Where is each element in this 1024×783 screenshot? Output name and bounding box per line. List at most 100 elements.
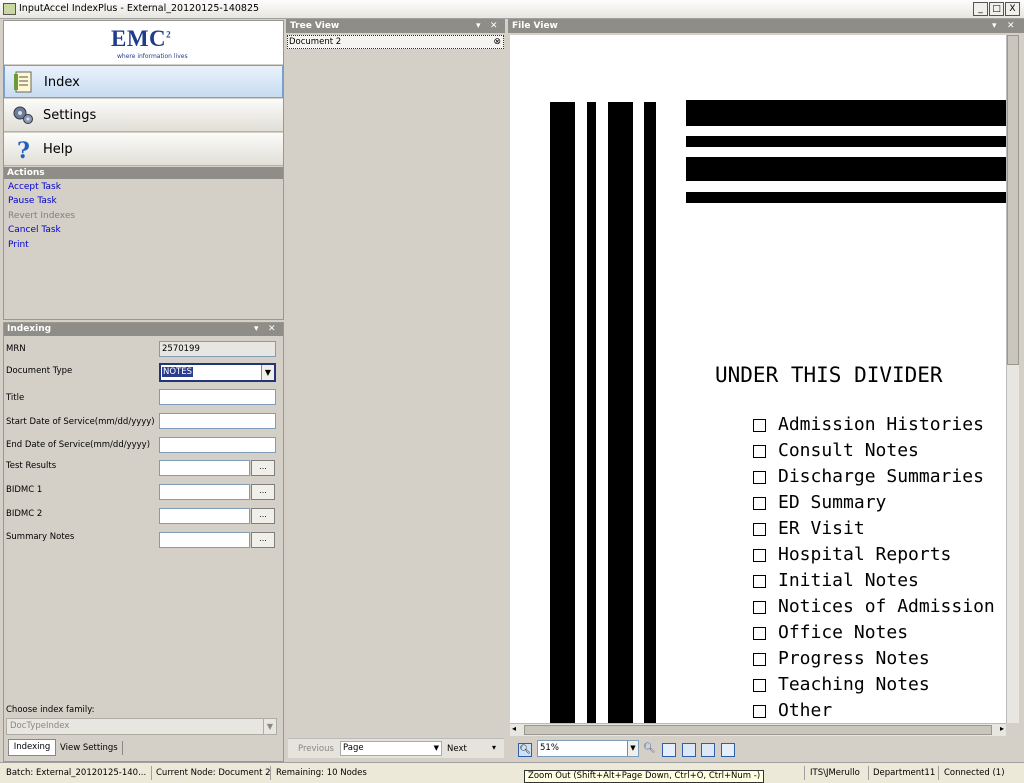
accept-task-link[interactable]: Accept Task bbox=[8, 182, 61, 192]
nav-index-label: Index bbox=[44, 75, 80, 90]
horizontal-scroll-thumb[interactable] bbox=[524, 725, 992, 735]
doc-item: ED Summary bbox=[753, 492, 886, 513]
nav-help-button[interactable]: ? Help bbox=[4, 133, 283, 166]
doc-header-band bbox=[686, 157, 1006, 181]
indexing-title: Indexing bbox=[7, 324, 52, 334]
bidmc2-input[interactable] bbox=[159, 508, 250, 524]
logo-sup: 2 bbox=[166, 29, 172, 40]
scroll-right-icon[interactable]: ▸ bbox=[1000, 724, 1004, 733]
doc-item: Other bbox=[753, 700, 832, 721]
doc-header-band bbox=[686, 192, 1006, 203]
pause-task-link[interactable]: Pause Task bbox=[8, 196, 57, 206]
tree-view-header: Tree View ▾ ✕ bbox=[286, 19, 505, 33]
page-nav-bar: Previous Page ▼ Next ▾ bbox=[288, 738, 504, 758]
summary-notes-ellipsis-button[interactable]: ... bbox=[251, 532, 275, 548]
fileview-close-icon[interactable]: ✕ bbox=[1007, 19, 1015, 33]
document-type-select[interactable]: NOTES ▼ bbox=[159, 363, 276, 382]
horizontal-scrollbar[interactable]: ◂ ▸ bbox=[510, 723, 1006, 736]
status-department: Department11 bbox=[873, 768, 936, 778]
tree-node-document[interactable]: Document 2 ⊗ bbox=[287, 35, 504, 49]
status-bar: Batch: External_20120125-140... Current … bbox=[0, 762, 1024, 783]
index-document-icon bbox=[14, 71, 32, 93]
test-results-label: Test Results bbox=[6, 461, 57, 471]
panel-dropdown-icon[interactable]: ▾ bbox=[254, 323, 259, 336]
doc-item: Initial Notes bbox=[753, 570, 919, 591]
status-user: ITS\JMerullo bbox=[810, 768, 860, 778]
close-button[interactable]: X bbox=[1005, 2, 1020, 16]
bidmc1-label: BIDMC 1 bbox=[6, 485, 43, 495]
doc-bar bbox=[587, 102, 596, 723]
cancel-task-link[interactable]: Cancel Task bbox=[8, 225, 61, 235]
next-button[interactable]: Next bbox=[447, 744, 467, 754]
doc-item: Teaching Notes bbox=[753, 674, 930, 695]
doc-item: Admission Histories bbox=[753, 414, 984, 435]
file-view-title: File View bbox=[512, 21, 558, 31]
doc-bar bbox=[644, 102, 656, 723]
test-results-input[interactable] bbox=[159, 460, 250, 476]
tree-node-label: Document 2 bbox=[289, 37, 342, 47]
vertical-scrollbar[interactable] bbox=[1006, 35, 1019, 723]
rotate-icon[interactable] bbox=[701, 743, 715, 757]
doc-item: ER Visit bbox=[753, 518, 865, 539]
tab-view-settings[interactable]: View Settings bbox=[60, 741, 123, 755]
start-date-input[interactable] bbox=[159, 413, 276, 429]
doc-item: Office Notes bbox=[753, 622, 908, 643]
zoom-in-icon[interactable]: 🔍︎ bbox=[643, 743, 657, 757]
tree-dropdown-icon[interactable]: ▾ bbox=[476, 19, 481, 33]
page-icon[interactable] bbox=[721, 743, 735, 757]
print-link[interactable]: Print bbox=[8, 240, 29, 250]
index-family-label: Choose index family: bbox=[6, 705, 95, 715]
page-select[interactable]: Page ▼ bbox=[340, 741, 442, 756]
zoom-chevron-icon[interactable]: ▼ bbox=[627, 741, 638, 756]
svg-text:?: ? bbox=[17, 138, 30, 161]
bidmc2-ellipsis-button[interactable]: ... bbox=[251, 508, 275, 524]
doc-header-band bbox=[686, 136, 1006, 147]
doc-item: Consult Notes bbox=[753, 440, 919, 461]
page-select-value: Page bbox=[343, 743, 364, 753]
fit-page-icon[interactable] bbox=[662, 743, 676, 757]
collapse-icon[interactable]: ⊗ bbox=[493, 36, 501, 48]
mrn-label: MRN bbox=[6, 344, 26, 354]
doc-bar bbox=[550, 102, 575, 723]
vertical-scroll-thumb[interactable] bbox=[1007, 35, 1019, 365]
status-batch: Batch: External_20120125-140... bbox=[6, 768, 147, 778]
nav-index-button[interactable]: Index bbox=[4, 65, 283, 98]
status-connection: Connected (1) bbox=[944, 768, 1005, 778]
fileview-dropdown-icon[interactable]: ▾ bbox=[992, 19, 997, 33]
tree-close-icon[interactable]: ✕ bbox=[490, 19, 498, 33]
tree-view-title: Tree View bbox=[290, 21, 340, 31]
fit-width-icon[interactable] bbox=[682, 743, 696, 757]
title-input[interactable] bbox=[159, 389, 276, 405]
tab-indexing[interactable]: Indexing bbox=[8, 739, 56, 756]
nav-settings-label: Settings bbox=[43, 108, 97, 123]
bidmc1-ellipsis-button[interactable]: ... bbox=[251, 484, 275, 500]
scroll-left-icon[interactable]: ◂ bbox=[512, 724, 516, 733]
summary-notes-input[interactable] bbox=[159, 532, 250, 548]
document-image[interactable]: UNDER THIS DIVIDER bbox=[510, 35, 1006, 723]
doc-item: Hospital Reports bbox=[753, 544, 951, 565]
minimize-button[interactable]: _ bbox=[973, 2, 988, 16]
gear-icon bbox=[13, 106, 33, 124]
maximize-button[interactable]: □ bbox=[989, 2, 1004, 16]
page-nav-menu-icon[interactable]: ▾ bbox=[492, 743, 496, 752]
end-date-label: End Date of Service(mm/dd/yyyy) bbox=[6, 440, 151, 450]
status-current-node: Current Node: Document 2 bbox=[156, 768, 271, 778]
end-date-input[interactable] bbox=[159, 437, 276, 453]
revert-indexes-link: Revert Indexes bbox=[8, 211, 76, 221]
bidmc1-input[interactable] bbox=[159, 484, 250, 500]
test-results-ellipsis-button[interactable]: ... bbox=[251, 460, 275, 476]
document-type-label: Document Type bbox=[6, 366, 73, 376]
previous-button: Previous bbox=[298, 744, 334, 754]
nav-settings-button[interactable]: Settings bbox=[4, 99, 283, 132]
zoom-out-icon[interactable]: 🔍︎ bbox=[518, 743, 532, 757]
index-family-value: DocTypeIndex bbox=[10, 721, 70, 731]
zoom-value: 51% bbox=[540, 743, 559, 753]
chevron-down-icon[interactable]: ▼ bbox=[261, 365, 274, 380]
panel-close-icon[interactable]: ✕ bbox=[268, 323, 276, 336]
status-remaining: Remaining: 10 Nodes bbox=[276, 768, 367, 778]
zoom-select[interactable]: 51% ▼ bbox=[537, 740, 639, 757]
doc-title: UNDER THIS DIVIDER bbox=[715, 363, 943, 387]
document-type-value: NOTES bbox=[162, 367, 194, 377]
file-view-header: File View ▾ ✕ bbox=[508, 19, 1024, 33]
page-chevron-icon[interactable]: ▼ bbox=[434, 742, 439, 755]
